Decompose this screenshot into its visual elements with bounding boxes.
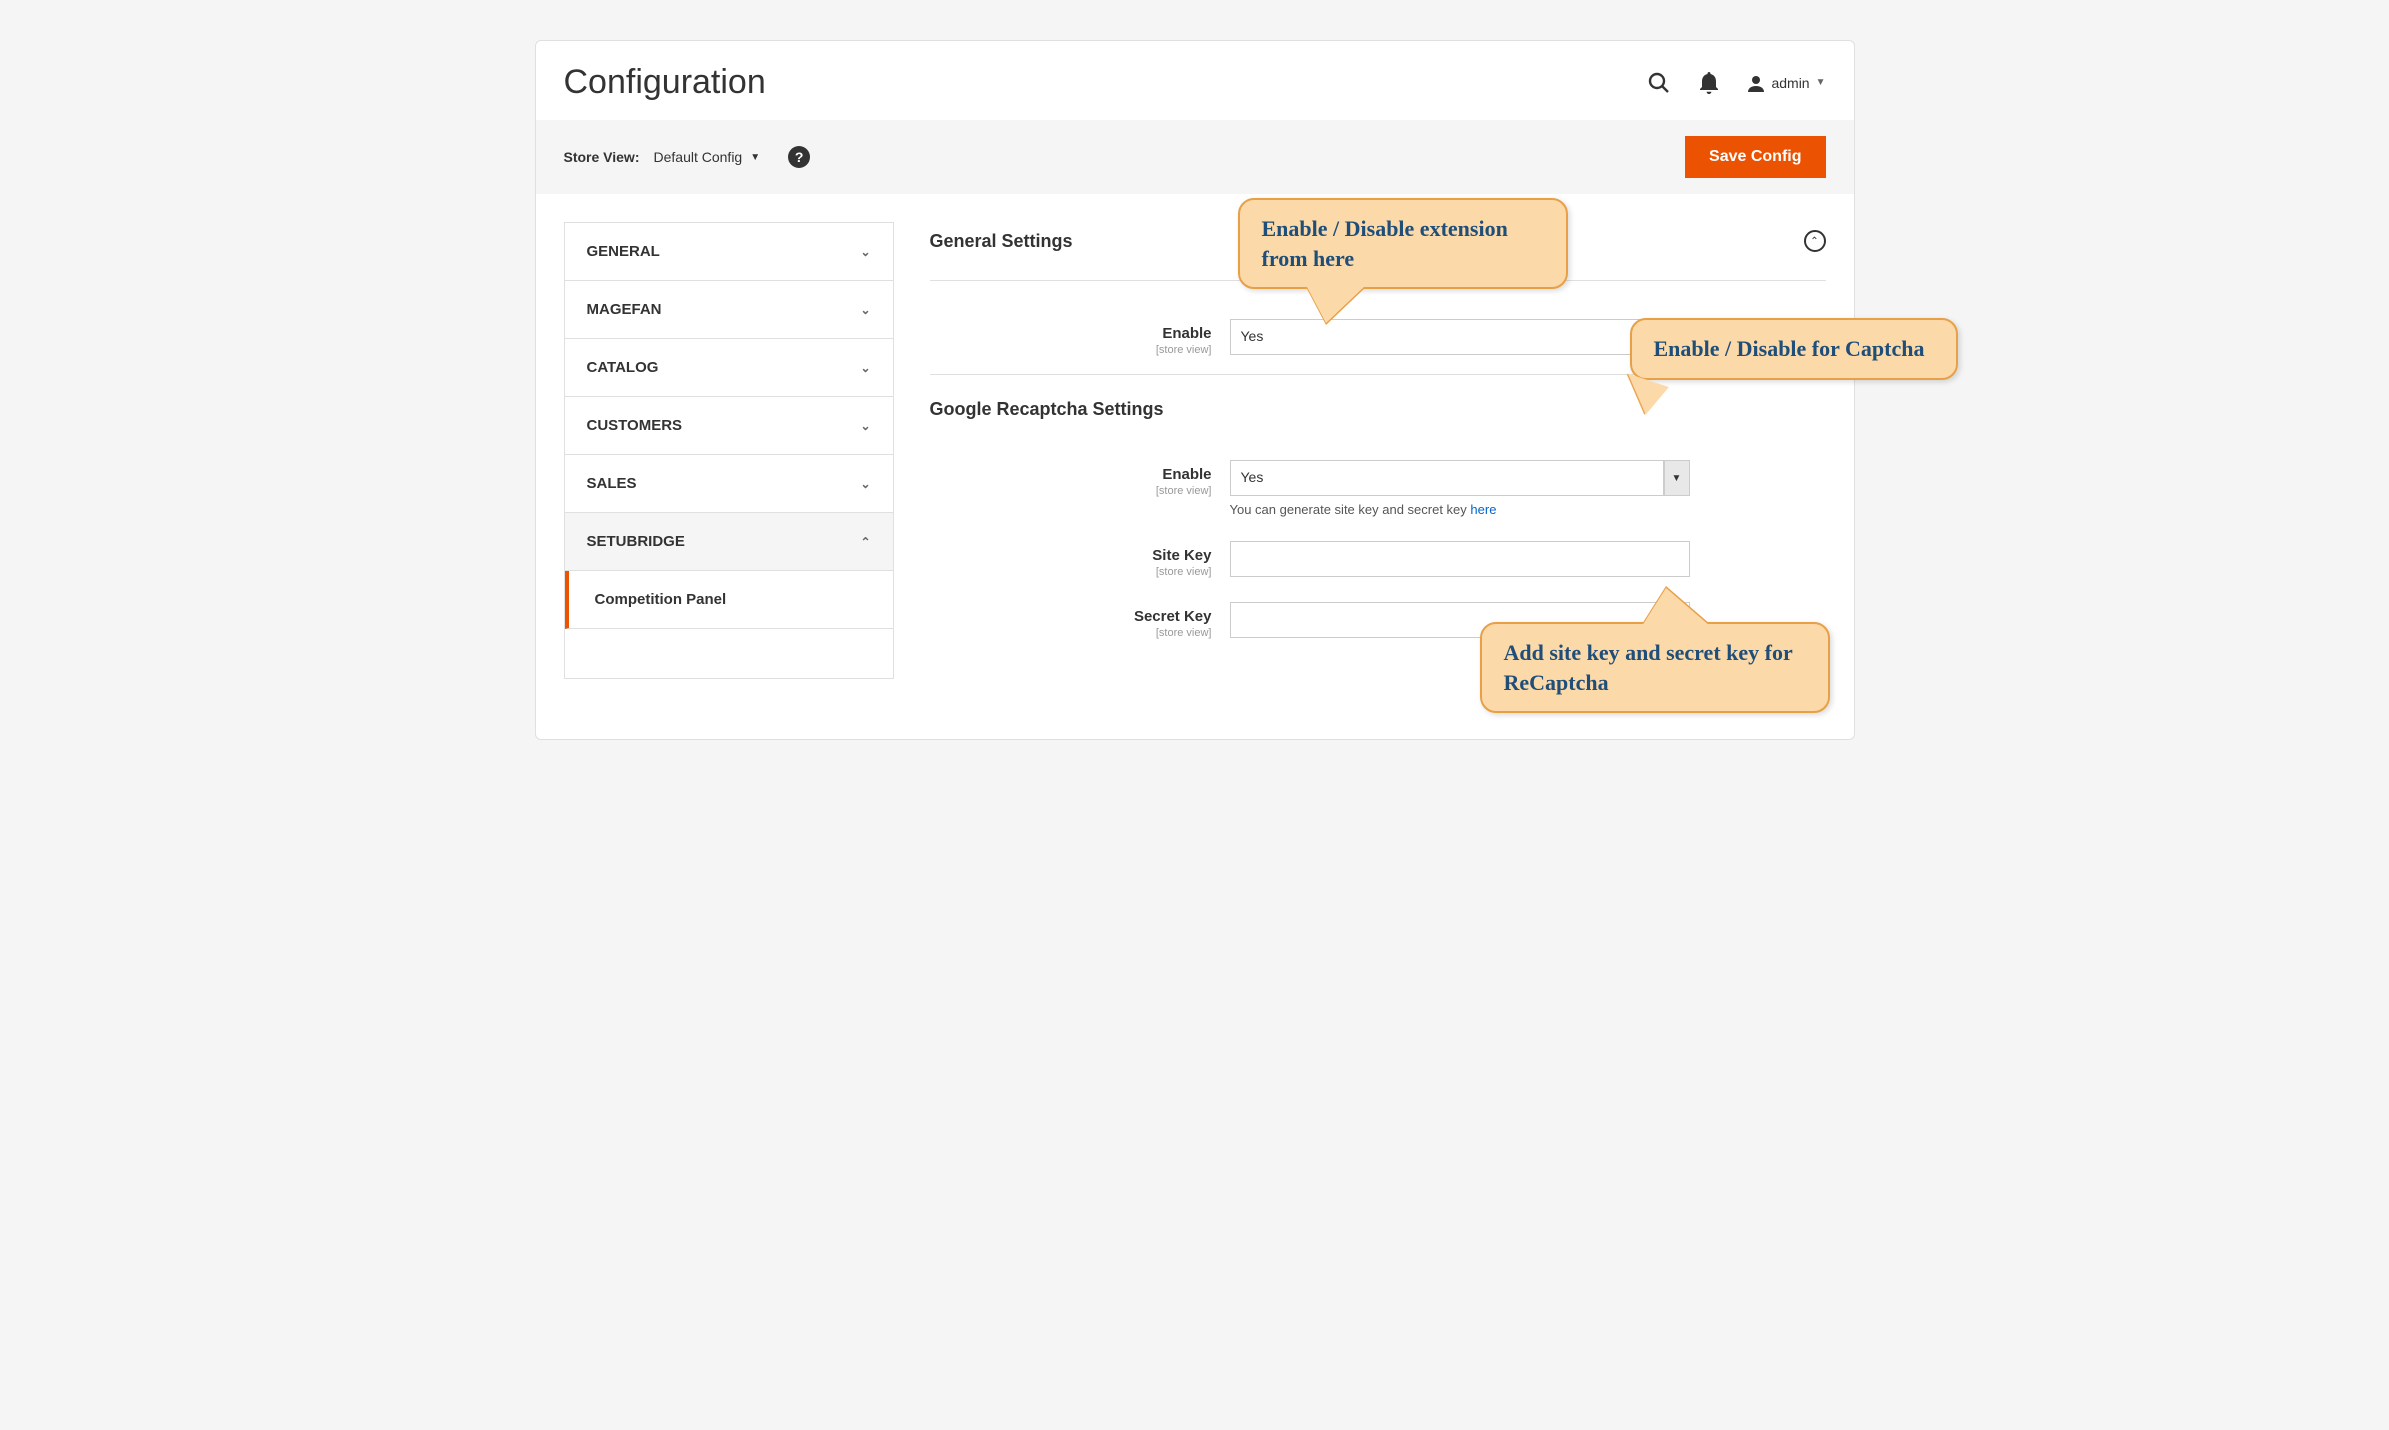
store-view-select[interactable]: Default Config ▼ [654,149,761,165]
search-icon[interactable] [1647,71,1671,95]
field-label: Enable [store view] [930,319,1230,356]
chevron-down-icon: ⌄ [860,361,870,375]
field-control: Yes ▼ You can generate site key and secr… [1230,460,1826,517]
annotation-enable-captcha: Enable / Disable for Captcha [1630,318,1958,380]
annotation-text: Enable / Disable extension from here [1262,216,1508,271]
section-recaptcha-title[interactable]: Google Recaptcha Settings [930,375,1826,448]
sidebar-item-sales[interactable]: SALES ⌄ [565,455,893,513]
field-label: Enable [store view] [930,460,1230,497]
content-area: GENERAL ⌄ MAGEFAN ⌄ CATALOG ⌄ CUSTOMERS … [536,194,1854,679]
chevron-up-icon: ⌃ [860,535,870,549]
annotation-tail [1642,588,1710,626]
page-title: Configuration [564,63,766,102]
scope-text: [store view] [930,627,1212,639]
annotation-text: Add site key and secret key for ReCaptch… [1504,640,1793,695]
field-label: Secret Key [store view] [930,602,1230,639]
scope-text: [store view] [930,566,1212,578]
annotation-text: Enable / Disable for Captcha [1654,336,1925,361]
field-label: Site Key [store view] [930,541,1230,578]
store-view-value: Default Config [654,149,743,165]
chevron-down-icon: ⌄ [860,419,870,433]
chevron-down-icon: ⌄ [860,477,870,491]
sidebar-blank-row [565,629,893,679]
scope-text: [store view] [930,485,1212,497]
sidebar-item-label: CUSTOMERS [587,417,683,434]
annotation-enable-extension: Enable / Disable extension from here [1238,198,1568,289]
sidebar-item-magefan[interactable]: MAGEFAN ⌄ [565,281,893,339]
sidebar-item-label: SALES [587,475,637,492]
store-view-bar: Store View: Default Config ▼ ? Save Conf… [536,120,1854,194]
main-panel: General Settings ⌃ Enable [store view] Y… [930,222,1826,679]
label-text: Enable [930,466,1212,483]
sidebar-item-label: SETUBRIDGE [587,533,685,550]
sidebar-item-label: MAGEFAN [587,301,662,318]
select-value: Yes [1230,319,1664,355]
hint-link[interactable]: here [1470,502,1496,517]
save-config-button[interactable]: Save Config [1685,136,1825,178]
help-icon[interactable]: ? [788,146,810,168]
sidebar-item-label: CATALOG [587,359,659,376]
enable-select[interactable]: Yes ▼ [1230,319,1690,355]
collapse-icon[interactable]: ⌃ [1804,230,1826,252]
header-actions: admin ▼ [1647,71,1825,95]
field-recaptcha-enable: Enable [store view] Yes ▼ You can genera… [930,448,1826,529]
user-icon [1747,74,1765,92]
annotation-add-keys: Add site key and secret key for ReCaptch… [1480,622,1830,713]
sidebar-item-catalog[interactable]: CATALOG ⌄ [565,339,893,397]
sidebar-item-setubridge[interactable]: SETUBRIDGE ⌃ [565,513,893,571]
select-value: Yes [1230,460,1664,496]
section-title: General Settings [930,231,1073,252]
label-text: Secret Key [930,608,1212,625]
chevron-down-icon[interactable]: ▼ [1664,460,1690,496]
label-text: Site Key [930,547,1212,564]
user-menu[interactable]: admin ▼ [1747,74,1825,92]
recaptcha-enable-select[interactable]: Yes ▼ [1230,460,1690,496]
notifications-icon[interactable] [1699,72,1719,94]
scope-text: [store view] [930,344,1212,356]
sidebar-item-customers[interactable]: CUSTOMERS ⌄ [565,397,893,455]
site-key-input[interactable] [1230,541,1690,577]
page-header: Configuration admin ▼ [536,41,1854,120]
annotation-tail [1306,285,1366,323]
chevron-down-icon: ⌄ [860,245,870,259]
field-control [1230,541,1826,577]
recaptcha-enable-hint: You can generate site key and secret key… [1230,502,1826,517]
config-sidebar: GENERAL ⌄ MAGEFAN ⌄ CATALOG ⌄ CUSTOMERS … [564,222,894,679]
field-site-key: Site Key [store view] [930,529,1826,590]
chevron-down-icon: ▼ [750,152,760,163]
config-window: Configuration admin ▼ Store View: [535,40,1855,740]
hint-text: You can generate site key and secret key [1230,502,1471,517]
sidebar-item-general[interactable]: GENERAL ⌄ [565,223,893,281]
user-label: admin [1771,75,1809,91]
chevron-down-icon: ⌄ [860,303,870,317]
chevron-down-icon: ▼ [1816,77,1826,88]
label-text: Enable [930,325,1212,342]
store-view-label: Store View: [564,149,640,165]
sidebar-subitem-competition-panel[interactable]: Competition Panel [565,571,893,629]
sidebar-item-label: GENERAL [587,243,660,260]
